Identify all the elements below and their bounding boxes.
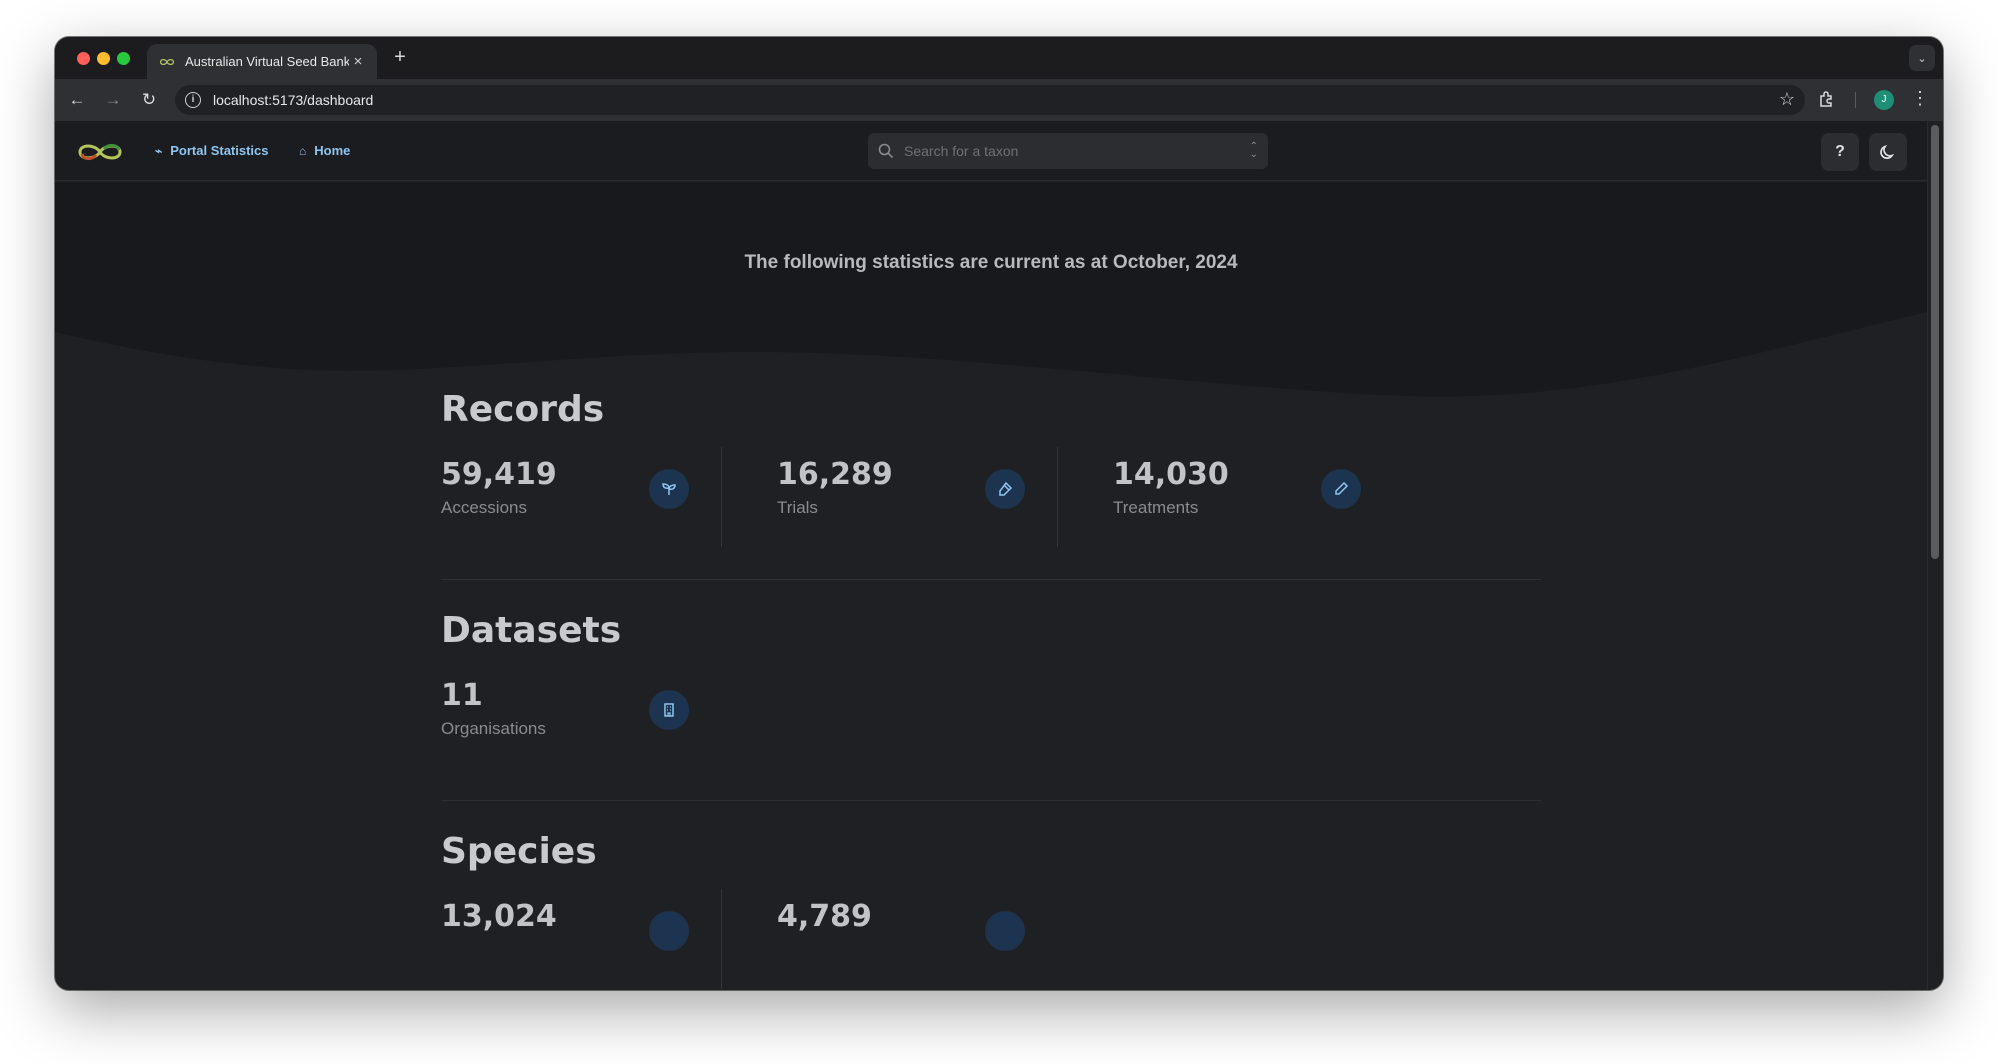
hero-wave: [55, 182, 1927, 397]
building-icon: [649, 690, 689, 730]
chevron-down-icon: ⌄: [1917, 52, 1927, 65]
stat-species-1: 13,024: [441, 899, 701, 989]
stat-treatments: 14,030 Treatments: [1113, 457, 1373, 547]
profile-avatar[interactable]: J: [1874, 90, 1894, 110]
scrollbar-thumb[interactable]: [1931, 125, 1939, 559]
url-text[interactable]: localhost:5173/dashboard: [213, 92, 373, 108]
close-window-button[interactable]: [77, 52, 90, 65]
nav-portal-statistics-label: Portal Statistics: [170, 143, 269, 158]
forward-button[interactable]: →: [101, 88, 125, 112]
address-bar[interactable]: i localhost:5173/dashboard ☆: [175, 85, 1805, 115]
browser-window: Australian Virtual Seed Bank × + ⌄ ← → ↻…: [55, 37, 1943, 990]
section-title-species: Species: [441, 831, 597, 872]
section-title-datasets: Datasets: [441, 610, 622, 651]
reload-button[interactable]: ↻: [137, 88, 161, 112]
stat-divider: [1057, 447, 1058, 547]
stat-accessions: 59,419 Accessions: [441, 457, 701, 547]
search-input[interactable]: [904, 143, 1250, 159]
stat-divider: [721, 889, 722, 989]
favicon-icon: [159, 58, 175, 65]
page-viewport: ⌁ Portal Statistics ⌂ Home ⌃⌄ ?: [55, 121, 1927, 990]
flask-icon: [985, 469, 1025, 509]
browser-menu-icon[interactable]: ⋮: [1911, 88, 1929, 109]
theme-toggle-button[interactable]: [1869, 133, 1907, 171]
stat-organisations: 11 Organisations: [441, 678, 701, 768]
pencil-icon: [1321, 469, 1361, 509]
browser-tab[interactable]: Australian Virtual Seed Bank ×: [147, 44, 377, 79]
search-icon: [878, 143, 894, 159]
chevron-up-down-icon: ⌃ ⌄: [1249, 141, 1258, 160]
tab-close-icon[interactable]: ×: [349, 53, 367, 70]
section-divider: [441, 800, 1541, 801]
section-title-records: Records: [441, 389, 605, 430]
maximize-window-button[interactable]: [117, 52, 130, 65]
nav-portal-statistics[interactable]: ⌁ Portal Statistics: [155, 143, 269, 158]
new-tab-button[interactable]: +: [389, 46, 411, 69]
site-info-icon[interactable]: i: [185, 92, 201, 108]
stat-divider: [721, 447, 722, 547]
help-button[interactable]: ?: [1821, 133, 1859, 171]
browser-toolbar: ← → ↻ i localhost:5173/dashboard ☆ J ⋮: [55, 79, 1943, 121]
seedling-icon: [649, 469, 689, 509]
chart-icon: ⌁: [155, 143, 163, 158]
home-icon: ⌂: [299, 143, 307, 158]
logo-icon[interactable]: [77, 141, 123, 163]
bookmark-star-icon[interactable]: ☆: [1779, 89, 1795, 110]
tab-search-button[interactable]: ⌄: [1909, 45, 1935, 71]
minimize-window-button[interactable]: [97, 52, 110, 65]
app-header: ⌁ Portal Statistics ⌂ Home ⌃⌄ ?: [55, 121, 1927, 181]
toolbar-divider: [1855, 92, 1856, 108]
section-divider: [441, 579, 1541, 580]
stat-species-2: 4,789: [777, 899, 1037, 989]
tab-title: Australian Virtual Seed Bank: [185, 54, 349, 69]
stat-trials: 16,289 Trials: [777, 457, 1037, 547]
leaf-icon: [649, 911, 689, 951]
moon-icon: [1880, 144, 1895, 159]
extensions-icon[interactable]: [1818, 90, 1838, 110]
statistics-date-text: The following statistics are current as …: [744, 252, 1238, 273]
tab-strip: Australian Virtual Seed Bank × + ⌄: [55, 37, 1943, 79]
leaf-icon: [985, 911, 1025, 951]
nav-home[interactable]: ⌂ Home: [299, 143, 350, 158]
hero-banner: The following statistics are current as …: [55, 182, 1927, 422]
back-button[interactable]: ←: [65, 88, 89, 112]
taxon-search[interactable]: ⌃⌄: [868, 133, 1268, 169]
nav-home-label: Home: [314, 143, 351, 158]
